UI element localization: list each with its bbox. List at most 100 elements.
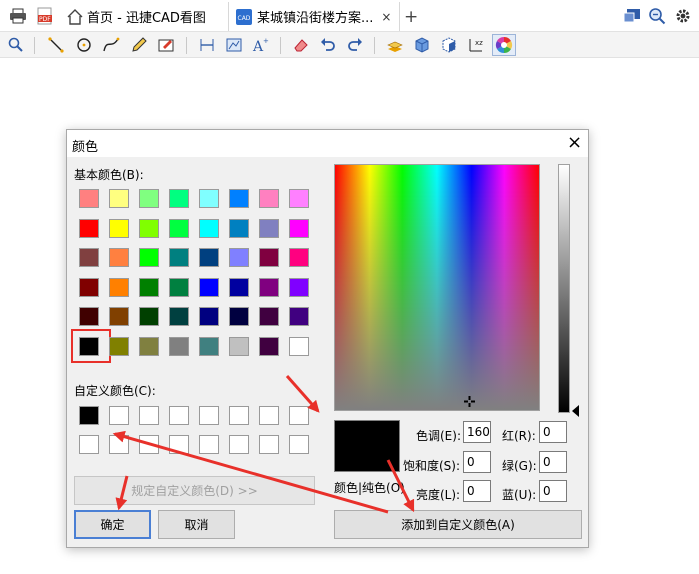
basic-color-swatch[interactable] [289,277,309,297]
basic-color-swatch[interactable] [229,248,249,267]
basic-color-swatch[interactable] [169,189,189,208]
basic-color-swatch[interactable] [79,336,99,356]
define-custom-colors-button[interactable]: 规定自定义颜色(D) >> [74,476,315,505]
ok-button[interactable]: 确定 [74,510,151,539]
custom-color-swatch[interactable] [169,435,189,454]
zoom-icon[interactable] [647,6,667,26]
color-picker-button[interactable] [492,34,516,56]
custom-color-swatch[interactable] [139,406,159,425]
basic-color-swatch[interactable] [139,218,159,238]
basic-color-swatch[interactable] [259,189,279,208]
circle-tool-icon[interactable] [74,35,94,55]
basic-color-swatch[interactable] [139,248,159,267]
basic-color-swatch[interactable] [199,248,219,267]
basic-color-swatch[interactable] [139,336,159,356]
custom-color-swatch[interactable] [199,435,219,454]
color-spectrum[interactable] [334,164,540,411]
basic-color-swatch[interactable] [139,277,159,297]
new-tab-button[interactable]: + [404,2,422,31]
dimension-tool-icon[interactable] [197,35,217,55]
custom-color-swatch[interactable] [199,406,219,425]
basic-color-swatch[interactable] [169,248,189,267]
custom-color-swatch[interactable] [289,406,309,425]
basic-color-swatch[interactable] [259,248,279,267]
blue-input[interactable]: 0 [539,480,567,502]
tab-close-icon[interactable]: × [381,10,391,24]
red-input[interactable]: 0 [539,421,567,443]
coordinate-icon[interactable]: xz [466,35,486,55]
basic-color-swatch[interactable] [199,277,219,297]
custom-color-swatch[interactable] [79,435,99,454]
basic-color-swatch[interactable] [169,307,189,326]
custom-color-swatch[interactable] [79,406,99,425]
basic-color-swatch[interactable] [169,277,189,297]
basic-color-swatch[interactable] [109,277,129,297]
custom-color-swatch[interactable] [229,406,249,425]
basic-color-swatch[interactable] [289,307,309,326]
basic-color-swatch[interactable] [109,218,129,238]
luminance-pointer-icon[interactable] [572,405,579,417]
basic-color-swatch[interactable] [79,248,99,267]
polyline-tool-icon[interactable] [101,35,121,55]
settings-gear-icon[interactable] [673,6,693,26]
3d-view-icon[interactable] [439,35,459,55]
basic-color-swatch[interactable] [139,189,159,208]
custom-color-swatch[interactable] [109,435,129,454]
window-mode-icon[interactable] [622,6,642,26]
basic-color-swatch[interactable] [169,218,189,238]
area-tool-icon[interactable] [224,35,244,55]
pdf-icon[interactable]: PDF [35,6,55,26]
luminance-slider[interactable] [558,164,570,413]
basic-color-swatch[interactable] [259,336,279,356]
basic-color-swatch[interactable] [109,336,129,356]
basic-color-swatch[interactable] [259,307,279,326]
custom-color-swatch[interactable] [139,435,159,454]
saturation-input[interactable]: 0 [463,451,491,473]
basic-color-swatch[interactable] [259,218,279,238]
markup-tool-icon[interactable] [156,35,176,55]
basic-color-swatch[interactable] [229,336,249,356]
basic-color-swatch[interactable] [79,307,99,326]
custom-color-swatch[interactable] [229,435,249,454]
color-solid-label[interactable]: 颜色|纯色(O) [334,479,405,496]
basic-color-swatch[interactable] [229,277,249,297]
green-input[interactable]: 0 [539,451,567,473]
basic-color-swatch[interactable] [259,277,279,297]
basic-color-swatch[interactable] [109,189,129,208]
tab-drawing[interactable]: CAD 某城镇沿街楼方案... × [228,2,400,31]
basic-color-swatch[interactable] [289,248,309,267]
basic-color-swatch[interactable] [199,189,219,208]
basic-color-swatch[interactable] [229,218,249,238]
basic-color-swatch[interactable] [199,218,219,238]
add-to-custom-colors-button[interactable]: 添加到自定义颜色(A) [334,510,582,539]
custom-color-swatch[interactable] [289,435,309,454]
basic-color-swatch[interactable] [199,336,219,356]
basic-color-swatch[interactable] [289,218,309,238]
eraser-icon[interactable] [291,35,311,55]
print-icon[interactable] [8,6,28,26]
basic-color-swatch[interactable] [109,307,129,326]
undo-icon[interactable] [318,35,338,55]
layer-icon[interactable] [385,35,405,55]
basic-color-swatch[interactable] [109,248,129,267]
line-tool-icon[interactable] [46,35,66,55]
custom-color-swatch[interactable] [109,406,129,425]
custom-color-swatch[interactable] [259,435,279,454]
custom-color-swatch[interactable] [169,406,189,425]
tab-home[interactable]: 首页 - 迅捷CAD看图 [62,2,222,31]
basic-color-swatch[interactable] [199,307,219,326]
basic-color-swatch[interactable] [229,307,249,326]
cancel-button[interactable]: 取消 [158,510,235,539]
basic-color-swatch[interactable] [79,189,99,208]
hue-input[interactable]: 160 [463,421,491,443]
text-tool-icon[interactable]: A + [251,35,271,55]
zoom-window-icon[interactable] [6,35,26,55]
pencil-tool-icon[interactable] [129,35,149,55]
basic-color-swatch[interactable] [139,307,159,326]
basic-color-swatch[interactable] [79,277,99,297]
custom-color-swatch[interactable] [259,406,279,425]
basic-color-swatch[interactable] [79,218,99,238]
redo-icon[interactable] [345,35,365,55]
dialog-close-button[interactable]: × [567,132,582,153]
basic-color-swatch[interactable] [289,189,309,208]
